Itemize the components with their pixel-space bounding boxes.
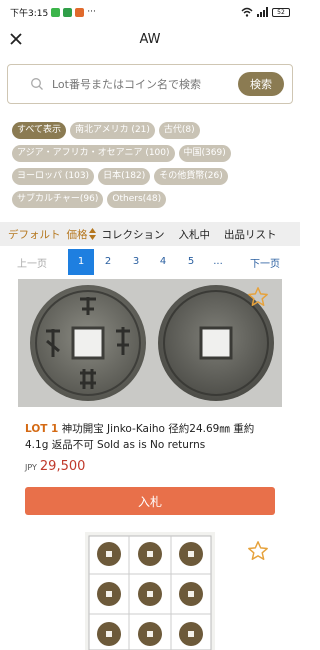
sort-bidding[interactable]: 入札中 (179, 227, 211, 242)
sort-listing[interactable]: 出品リスト (224, 227, 277, 242)
sort-default[interactable]: デフォルト (8, 227, 61, 242)
search-icon (31, 78, 43, 90)
lot-price: 29,500 (39, 459, 86, 474)
status-time: 下午3:15 (10, 8, 49, 19)
bid-button[interactable]: 入札 (25, 487, 275, 515)
coin-sheet-image[interactable] (85, 532, 215, 650)
wifi-icon (241, 7, 253, 17)
status-dots: ··· (87, 7, 96, 17)
lot-description[interactable]: LOT 1 神功開宝 Jinko-Kaiho 径約24.69㎜ 重約4.1g 返… (25, 421, 277, 453)
lot-title: 神功開宝 Jinko-Kaiho 径約24.69㎜ 重約4.1g 返品不可 So… (25, 423, 255, 451)
battery-level: 52 (277, 8, 285, 16)
chip-americas[interactable]: 南北アメリカ (21) (70, 122, 155, 139)
sort-arrows-icon (88, 228, 96, 240)
chip-subculture[interactable]: サブカルチャー(96) (12, 191, 104, 208)
chip-others[interactable]: Others(48) (107, 191, 167, 208)
page-title: AW (139, 31, 161, 47)
lot-card[interactable]: LOT 1 神功開宝 Jinko-Kaiho 径約24.69㎜ 重約4.1g 返… (18, 279, 282, 524)
coin-image[interactable] (18, 279, 282, 407)
close-icon[interactable] (6, 29, 26, 49)
header: AW (0, 24, 300, 54)
app-notification-icon (75, 7, 85, 17)
battery-icon: 52 (272, 7, 290, 17)
signal-icon (257, 7, 268, 17)
lot-number: LOT 1 (25, 423, 59, 435)
app-notification-icon (63, 7, 73, 17)
category-chips: すべて表示 南北アメリカ (21) 古代(8) アジア・アフリカ・オセアニア (… (12, 122, 294, 208)
next-page-button[interactable]: 下一页 (250, 255, 280, 270)
page-5[interactable]: 5 (178, 249, 204, 275)
pagination: 上一页 1 2 3 4 5 ... 下一页 (0, 248, 300, 276)
sort-price-label: 価格 (66, 228, 88, 241)
search-bar: 検索 (7, 64, 293, 104)
page-1[interactable]: 1 (68, 249, 94, 275)
page-2[interactable]: 2 (95, 249, 121, 275)
sort-bar: デフォルト 価格 コレクション 入札中 出品リスト (0, 222, 300, 246)
chip-europe[interactable]: ヨーロッパ (103) (12, 168, 95, 185)
chip-asia-africa-oceania[interactable]: アジア・アフリカ・オセアニア (100) (12, 145, 175, 162)
prev-page-button[interactable]: 上一页 (17, 255, 47, 270)
page-ellipsis[interactable]: ... (205, 249, 231, 275)
chip-ancient[interactable]: 古代(8) (158, 122, 200, 139)
chip-other-currency[interactable]: その他貨幣(26) (154, 168, 228, 185)
app-notification-icon (51, 7, 61, 17)
chip-all[interactable]: すべて表示 (12, 122, 67, 139)
search-button[interactable]: 検索 (238, 72, 284, 96)
page-3[interactable]: 3 (123, 249, 149, 275)
chip-china[interactable]: 中国(369) (178, 145, 231, 162)
currency-label: JPY (25, 463, 37, 472)
status-bar: 下午3:15 ··· 52 (0, 0, 300, 24)
star-icon[interactable] (247, 286, 269, 308)
page-4[interactable]: 4 (150, 249, 176, 275)
sort-price[interactable]: 価格 (67, 227, 96, 242)
chip-japan[interactable]: 日本(182) (98, 168, 151, 185)
search-input[interactable] (52, 77, 238, 91)
price-row: JPY 29,500 (25, 459, 85, 474)
star-icon[interactable] (247, 540, 269, 562)
sort-collection[interactable]: コレクション (102, 227, 165, 242)
